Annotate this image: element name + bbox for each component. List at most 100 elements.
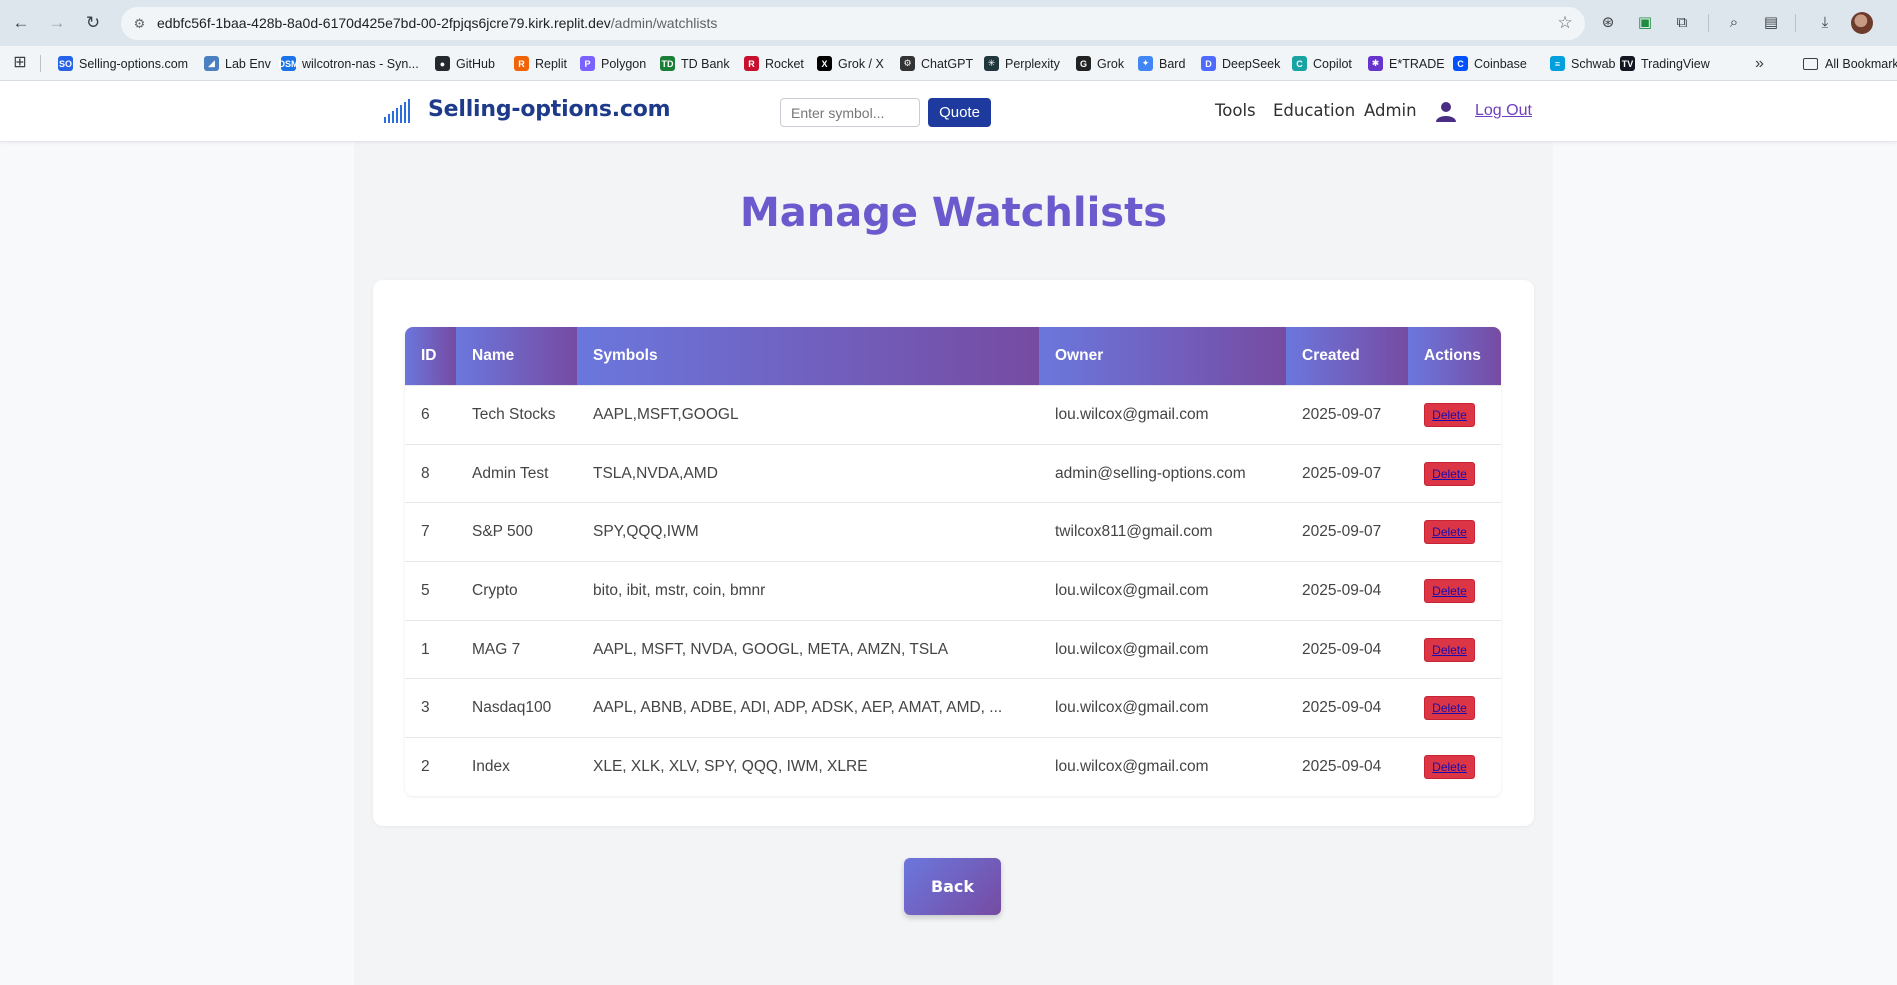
cell-actions: Delete [1408,562,1501,620]
back-button[interactable]: Back [904,858,1001,915]
bookmark-label: TD Bank [681,56,730,71]
bookmarks-bar: ⊞ SO Selling-options.com ◢ Lab Env DSM wilcot… [0,46,1897,81]
bookmarks-divider [40,55,41,72]
bookmark-favicon-icon: DSM [279,56,299,71]
delete-button[interactable]: Delete [1424,461,1475,486]
cell-created: 2025-09-04 [1302,640,1382,658]
bookmark-star-icon[interactable]: ☆ [1555,13,1575,33]
cell-symbols: AAPL,MSFT,GOOGL [593,405,739,423]
apps-grid-icon[interactable]: ⊞ [11,54,29,72]
bookmark-item[interactable]: ● GitHub [435,46,495,81]
bookmark-item[interactable]: SO Selling-options.com [58,46,188,81]
more-bookmarks-chevron-icon[interactable]: » [1755,46,1764,81]
bookmark-favicon-icon: ≡ [1550,56,1565,71]
nav-admin[interactable]: Admin [1364,101,1417,120]
forward-arrow-icon[interactable]: → [46,12,68,34]
cell-name: Admin Test [472,464,549,482]
reading-mode-icon[interactable]: ▤ [1760,12,1782,34]
back-arrow-icon[interactable]: ← [10,12,32,34]
nav-education[interactable]: Education [1273,101,1355,120]
cell-id: 6 [421,405,430,423]
bookmark-item[interactable]: C Copilot [1292,46,1352,81]
column-header-symbols: Symbols [577,327,1039,385]
table-body: 6 Tech Stocks AAPL,MSFT,GOOGL lou.wilcox@gm… [405,385,1501,796]
bookmark-label: wilcotron-nas - Syn... [302,56,419,71]
user-profile-icon[interactable] [1436,101,1456,122]
tab-search-icon[interactable]: ⌕ [1723,12,1745,34]
cell-owner: lou.wilcox@gmail.com [1055,640,1209,658]
bookmark-label: Grok [1097,56,1125,71]
bookmark-favicon-icon: ✱ [1368,56,1383,71]
reload-icon[interactable]: ↻ [82,12,104,34]
page-viewport: Manage Watchlists ID Name Symbols Owner … [0,82,1897,985]
cell-actions: Delete [1408,621,1501,679]
cell-id: 3 [421,699,430,717]
bookmark-favicon-icon: ⚙ [900,56,915,71]
url-text[interactable]: edbfc56f-1baa-428b-8a0d-6170d425e7bd-00-… [157,7,717,40]
download-icon[interactable]: ⤓ [1814,12,1836,34]
bookmark-item[interactable]: G Grok [1076,46,1124,81]
bookmark-item[interactable]: ✱ E*TRADE [1368,46,1445,81]
delete-button[interactable]: Delete [1424,637,1475,662]
table-row: 3 Nasdaq100 AAPL, ABNB, ADBE, ADI, ADP, AD… [405,678,1501,737]
delete-button[interactable]: Delete [1424,754,1475,779]
all-bookmarks-folder[interactable]: All Bookmarks [1803,46,1897,81]
bookmark-label: TradingView [1641,56,1710,71]
bookmark-label: Grok / X [838,56,884,71]
cell-symbols: AAPL, ABNB, ADBE, ADI, ADP, ADSK, AEP, A… [593,699,1003,717]
symbol-search-input[interactable] [780,98,920,127]
site-header: Selling-options.com Quote Tools Educatio… [0,82,1897,142]
cell-actions: Delete [1408,503,1501,561]
bookmark-label: Schwab [1571,56,1616,71]
logout-link[interactable]: Log Out [1475,102,1532,120]
quote-button[interactable]: Quote [928,98,991,127]
cell-created: 2025-09-04 [1302,757,1382,775]
cell-owner: lou.wilcox@gmail.com [1055,757,1209,775]
bookmark-item[interactable]: ✳ Perplexity [984,46,1060,81]
address-bar[interactable]: ⚙ edbfc56f-1baa-428b-8a0d-6170d425e7bd-0… [121,7,1585,40]
delete-button[interactable]: Delete [1424,520,1475,545]
bookmark-item[interactable]: ◢ Lab Env [204,46,271,81]
bookmark-item[interactable]: P Polygon [580,46,646,81]
bookmark-item[interactable]: D DeepSeek [1201,46,1280,81]
bookmark-item[interactable]: C Coinbase [1453,46,1527,81]
cell-name: Crypto [472,581,518,599]
profile-avatar[interactable] [1851,12,1873,34]
nav-tools[interactable]: Tools [1215,101,1256,120]
extensions-puzzle-icon[interactable]: ⧉ [1671,12,1693,34]
brand-logo-text[interactable]: Selling-options.com [428,97,671,122]
toolbar-divider [1795,14,1796,32]
delete-button[interactable]: Delete [1424,578,1475,603]
cell-name: S&P 500 [472,523,533,541]
bookmark-label: Bard [1159,56,1186,71]
bookmark-favicon-icon: C [1292,56,1307,71]
bookmark-item[interactable]: TV TradingView [1620,46,1710,81]
toolbar-divider [1708,14,1709,32]
bookmark-item[interactable]: R Replit [514,46,567,81]
bookmark-item[interactable]: ✦ Bard [1138,46,1185,81]
site-settings-icon[interactable]: ⚙ [131,15,148,32]
bookmark-item[interactable]: DSM wilcotron-nas - Syn... [279,46,419,81]
table-row: 1 MAG 7 AAPL, MSFT, NVDA, GOOGL, META, AMZ… [405,619,1501,679]
bookmark-favicon-icon: ◢ [204,56,219,71]
bookmark-item[interactable]: X Grok / X [817,46,884,81]
green-extension-icon[interactable]: ▣ [1634,12,1656,34]
bookmark-item[interactable]: ≡ Schwab [1550,46,1615,81]
bookmark-favicon-icon: D [1201,56,1216,71]
column-header-id: ID [405,327,456,385]
bookmark-label: Perplexity [1005,56,1060,71]
column-header-actions: Actions [1408,327,1501,385]
bookmark-favicon-icon: ✳ [984,56,999,71]
bookmark-item[interactable]: ⚙ ChatGPT [900,46,973,81]
chatgpt-extension-icon[interactable]: ⊛ [1597,12,1619,34]
bookmark-favicon-icon: TV [1620,56,1635,71]
folder-icon [1803,57,1818,70]
bookmark-item[interactable]: R Rocket [744,46,804,81]
delete-button[interactable]: Delete [1424,696,1475,721]
bookmark-label: E*TRADE [1389,56,1445,71]
bookmark-item[interactable]: TD TD Bank [660,46,730,81]
cell-actions: Delete [1408,738,1501,796]
delete-button[interactable]: Delete [1424,402,1475,427]
cell-symbols: XLE, XLK, XLV, SPY, QQQ, IWM, XLRE [593,757,868,775]
bookmark-label: Coinbase [1474,56,1527,71]
